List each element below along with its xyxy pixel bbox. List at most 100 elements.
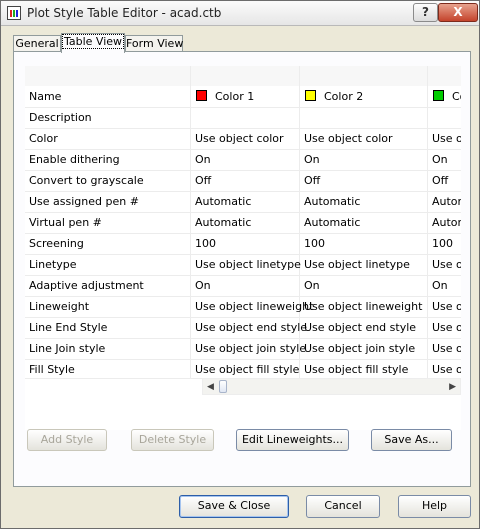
cell-value[interactable]: On <box>304 279 320 292</box>
add-style-button[interactable]: Add Style <box>27 429 107 451</box>
row-label-fill-style: Fill Style <box>29 363 75 376</box>
style-grid[interactable]: Name Color 1 Color 2 Co Description Colo… <box>25 66 461 430</box>
row-label-lineweight: Lineweight <box>29 300 90 313</box>
cell-value[interactable]: Automatic <box>195 216 251 229</box>
cell-value[interactable]: Use object fill style <box>195 363 299 376</box>
row-label-description: Description <box>29 111 92 124</box>
save-as-label: Save As... <box>384 433 439 446</box>
cell-value[interactable]: Use object color <box>195 132 284 145</box>
cell-value[interactable]: Automatic <box>304 216 360 229</box>
cell-value[interactable]: On <box>432 279 461 292</box>
cell-value[interactable]: Off <box>195 174 211 187</box>
cell-value[interactable]: Use object color <box>304 132 393 145</box>
color-swatch-2 <box>305 90 316 101</box>
table-row-linetype[interactable]: Linetype Use object linetype Use object … <box>25 254 461 275</box>
window-title: Plot Style Table Editor - acad.ctb <box>27 6 222 20</box>
table-row-line-join-style[interactable]: Line Join style Use object join style Us… <box>25 338 461 359</box>
save-close-button[interactable]: Save & Close <box>179 495 289 518</box>
color-swatch-1 <box>196 90 207 101</box>
save-close-label: Save & Close <box>197 499 271 512</box>
row-label-enable-dithering: Enable dithering <box>29 153 120 166</box>
scroll-left-icon[interactable]: ◀ <box>207 382 214 392</box>
table-row-assigned-pen[interactable]: Use assigned pen # Automatic Automatic A… <box>25 191 461 212</box>
cell-value[interactable]: Use ol <box>432 321 461 334</box>
cell-value[interactable]: On <box>432 153 461 166</box>
row-label-convert-grayscale: Convert to grayscale <box>29 174 144 187</box>
cell-value[interactable]: Off <box>432 174 461 187</box>
scroll-right-icon[interactable]: ▶ <box>449 382 456 392</box>
table-row-lineweight[interactable]: Lineweight Use object lineweight Use obj… <box>25 296 461 317</box>
row-label-line-join-style: Line Join style <box>29 342 106 355</box>
edit-lineweights-label: Edit Lineweights... <box>241 433 344 446</box>
row-label-name: Name <box>29 90 62 103</box>
app-icon <box>7 6 21 20</box>
cancel-label: Cancel <box>324 499 362 512</box>
table-row-description[interactable]: Description <box>25 107 461 128</box>
edit-lineweights-button[interactable]: Edit Lineweights... <box>236 429 349 451</box>
tab-general[interactable]: General <box>13 35 61 52</box>
column-name-3[interactable]: Co <box>452 90 461 103</box>
tab-form-view[interactable]: Form View <box>125 35 183 52</box>
color-swatch-3 <box>433 90 444 101</box>
cell-value[interactable]: Use object linetype <box>195 258 301 271</box>
cell-value[interactable]: 100 <box>432 237 461 250</box>
cell-value[interactable]: Autom <box>432 216 461 229</box>
cell-value[interactable]: Use ol <box>432 258 461 271</box>
cell-value[interactable]: 100 <box>304 237 325 250</box>
delete-style-button[interactable]: Delete Style <box>131 429 214 451</box>
table-row-screening[interactable]: Screening 100 100 100 <box>25 233 461 254</box>
cell-value[interactable]: Use ol <box>432 363 461 376</box>
title-bar[interactable]: Plot Style Table Editor - acad.ctb ? X <box>1 1 479 26</box>
cell-value[interactable]: Use ol <box>432 342 461 355</box>
help-title-button[interactable]: ? <box>413 3 438 22</box>
row-label-color: Color <box>29 132 58 145</box>
cell-value[interactable]: Autom <box>432 195 461 208</box>
cell-value[interactable]: Use object join style <box>304 342 415 355</box>
table-row-fill-style[interactable]: Fill Style Use object fill style Use obj… <box>25 359 461 380</box>
row-label-assigned-pen: Use assigned pen # <box>29 195 139 208</box>
column-name-1[interactable]: Color 1 <box>215 90 254 103</box>
table-row-virtual-pen[interactable]: Virtual pen # Automatic Automatic Autom <box>25 212 461 233</box>
cell-value[interactable]: Use object join style <box>195 342 306 355</box>
table-row-name[interactable]: Name Color 1 Color 2 Co <box>25 86 461 107</box>
grid-header-row <box>25 66 461 86</box>
cell-value[interactable]: Use object lineweight <box>304 300 422 313</box>
cell-value[interactable]: Use object end style <box>195 321 307 334</box>
cell-value[interactable]: On <box>304 153 320 166</box>
tab-table-view-label: Table View <box>61 34 125 49</box>
row-label-virtual-pen: Virtual pen # <box>29 216 102 229</box>
row-label-line-end-style: Line End Style <box>29 321 108 334</box>
tab-table-view[interactable]: Table View <box>61 33 125 53</box>
tab-form-view-label: Form View <box>126 37 184 50</box>
cell-value[interactable]: On <box>195 279 211 292</box>
cell-value[interactable]: Use object end style <box>304 321 416 334</box>
cell-value[interactable]: Use object linetype <box>304 258 410 271</box>
cell-value[interactable]: Off <box>304 174 320 187</box>
column-name-2[interactable]: Color 2 <box>324 90 363 103</box>
table-view-panel: Name Color 1 Color 2 Co Description Colo… <box>13 51 471 487</box>
table-row-convert-grayscale[interactable]: Convert to grayscale Off Off Off <box>25 170 461 191</box>
row-label-screening: Screening <box>29 237 84 250</box>
cancel-button[interactable]: Cancel <box>306 495 380 518</box>
close-icon[interactable]: X <box>438 3 478 22</box>
cell-value[interactable]: Use ol <box>432 132 461 145</box>
delete-style-label: Delete Style <box>138 433 207 446</box>
scrollbar-thumb[interactable] <box>219 380 227 393</box>
tab-general-label: General <box>15 37 59 50</box>
horizontal-scrollbar[interactable]: ◀ ▶ <box>202 378 461 395</box>
table-row-line-end-style[interactable]: Line End Style Use object end style Use … <box>25 317 461 338</box>
add-style-label: Add Style <box>40 433 94 446</box>
table-row-color[interactable]: Color Use object color Use object color … <box>25 128 461 149</box>
plot-style-editor-window: Plot Style Table Editor - acad.ctb ? X G… <box>0 0 480 529</box>
cell-value[interactable]: Use ol <box>432 300 461 313</box>
table-row-adaptive-adjustment[interactable]: Adaptive adjustment On On On <box>25 275 461 296</box>
cell-value[interactable]: Automatic <box>304 195 360 208</box>
help-button[interactable]: Help <box>398 495 471 518</box>
cell-value[interactable]: Use object fill style <box>304 363 408 376</box>
cell-value[interactable]: Automatic <box>195 195 251 208</box>
cell-value[interactable]: 100 <box>195 237 216 250</box>
save-as-button[interactable]: Save As... <box>371 429 452 451</box>
cell-value[interactable]: On <box>195 153 211 166</box>
table-row-enable-dithering[interactable]: Enable dithering On On On <box>25 149 461 170</box>
cell-value[interactable]: Use object lineweight <box>195 300 313 313</box>
